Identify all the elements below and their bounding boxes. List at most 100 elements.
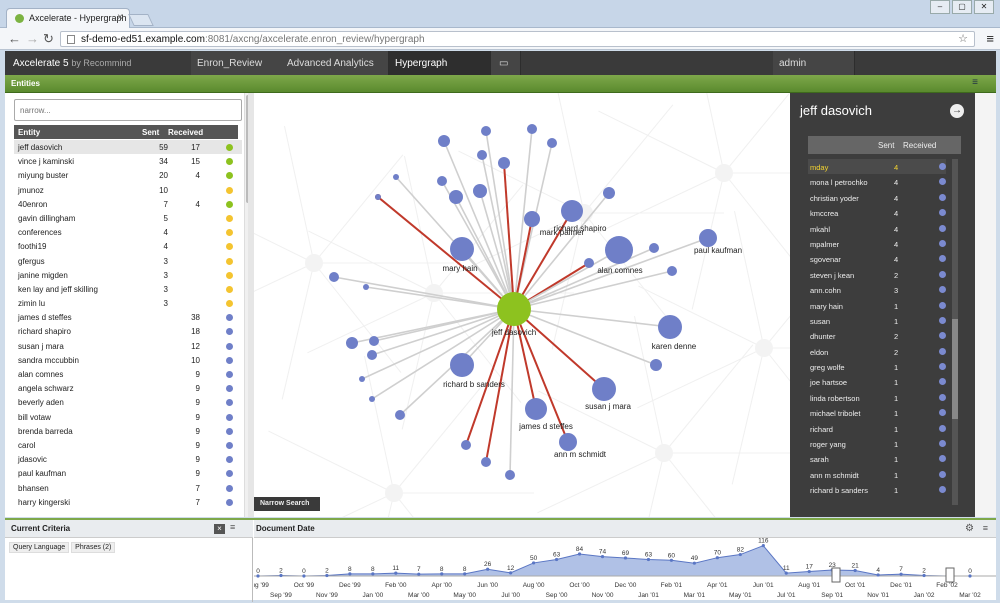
detail-row[interactable]: richard b sanders 1 xyxy=(808,482,946,497)
detail-row[interactable]: ann.cohn 3 xyxy=(808,282,946,297)
graph-node[interactable] xyxy=(649,243,659,253)
entity-row[interactable]: beverly aden 9 xyxy=(14,395,242,409)
entity-row[interactable]: sandra mccubbin 10 xyxy=(14,353,242,367)
graph-node[interactable] xyxy=(481,126,491,136)
timeline-menu-icon[interactable]: ≡ xyxy=(983,523,988,533)
nav-enron-review[interactable]: Enron_Review xyxy=(191,51,285,75)
graph-node[interactable] xyxy=(473,184,487,198)
range-handle[interactable] xyxy=(831,567,841,583)
criteria-menu-icon[interactable]: ≡ xyxy=(230,522,235,532)
entity-row[interactable]: bill votaw 9 xyxy=(14,410,242,424)
detail-row[interactable]: mary hain 1 xyxy=(808,298,946,313)
detail-row[interactable]: roger yang 1 xyxy=(808,436,946,451)
graph-node[interactable] xyxy=(375,194,381,200)
entity-row[interactable]: gfergus 3 xyxy=(14,254,242,268)
background-node[interactable] xyxy=(385,484,403,502)
maximize-icon[interactable]: ▢ xyxy=(952,0,972,14)
graph-node[interactable] xyxy=(605,236,633,264)
col-entity[interactable]: Entity xyxy=(18,128,40,137)
timeline-chart[interactable]: 0 Aug '99 2 Sep '99 0 Oct '99 2 Nov '99 8 Dec '99… xyxy=(254,538,996,602)
graph-node[interactable] xyxy=(461,440,471,450)
narrow-search-button[interactable]: Narrow Search xyxy=(254,497,320,511)
scroll-thumb[interactable] xyxy=(952,319,958,419)
browser-tab[interactable]: Axcelerate - Hypergraph × xyxy=(6,8,130,28)
detail-row[interactable]: mpalmer 4 xyxy=(808,236,946,251)
entity-row[interactable]: carol 9 xyxy=(14,438,242,452)
detail-row[interactable]: richard 1 xyxy=(808,421,946,436)
graph-node[interactable] xyxy=(524,211,540,227)
detail-row[interactable]: michael tribolet 1 xyxy=(808,405,946,420)
detail-row[interactable]: mday 4 xyxy=(808,159,946,175)
detail-row[interactable]: steven j kean 2 xyxy=(808,267,946,282)
graph-node[interactable] xyxy=(498,157,510,169)
detail-row[interactable]: dhunter 2 xyxy=(808,328,946,343)
entity-row[interactable]: jeff dasovich 59 17 xyxy=(14,140,242,155)
graph-node[interactable] xyxy=(603,187,615,199)
graph-node[interactable] xyxy=(367,350,377,360)
graph-node[interactable] xyxy=(438,135,450,147)
back-icon[interactable]: ← xyxy=(8,31,21,46)
gear-icon[interactable]: ⚙ xyxy=(965,523,974,534)
detail-row[interactable]: linda robertson 1 xyxy=(808,390,946,405)
graph-node[interactable] xyxy=(481,457,491,467)
entity-row[interactable]: angela schwarz 9 xyxy=(14,381,242,395)
graph-node[interactable] xyxy=(369,396,375,402)
panel-menu-icon[interactable]: ≡ xyxy=(972,77,978,88)
entity-row[interactable]: richard shapiro 18 xyxy=(14,324,242,338)
col-received[interactable]: Received xyxy=(168,128,203,137)
entity-row[interactable]: brenda barreda 9 xyxy=(14,424,242,438)
background-node[interactable] xyxy=(305,254,323,272)
address-bar[interactable]: sf-demo-ed51.example.com:8081/axcng/axce… xyxy=(60,31,975,47)
detail-row[interactable]: ann m schmidt 1 xyxy=(808,467,946,482)
detail-row[interactable]: mona l petrochko 4 xyxy=(808,174,946,189)
graph-node[interactable] xyxy=(450,353,474,377)
graph-node[interactable] xyxy=(699,229,717,247)
graph-node[interactable] xyxy=(667,266,677,276)
detail-row[interactable]: christian yoder 4 xyxy=(808,190,946,205)
clear-criteria-icon[interactable]: × xyxy=(214,524,225,534)
entity-row[interactable]: bhansen 7 xyxy=(14,481,242,495)
graph-node[interactable] xyxy=(359,376,365,382)
entity-row[interactable]: susan j mara 12 xyxy=(14,339,242,353)
graph-node[interactable] xyxy=(527,124,537,134)
new-tab-button[interactable] xyxy=(128,14,154,26)
graph-node[interactable] xyxy=(650,359,662,371)
graph-node[interactable] xyxy=(592,377,616,401)
detail-row[interactable]: greg wolfe 1 xyxy=(808,359,946,374)
background-node[interactable] xyxy=(655,444,673,462)
browser-menu-icon[interactable]: ≡ xyxy=(986,31,994,46)
graph-node[interactable] xyxy=(559,433,577,451)
nav-hypergraph[interactable]: Hypergraph xyxy=(389,51,491,75)
narrow-input[interactable] xyxy=(14,99,242,121)
entity-row[interactable]: foothi19 4 xyxy=(14,239,242,253)
bookmark-star-icon[interactable]: ☆ xyxy=(958,32,968,45)
detail-row[interactable]: joe hartsoe 1 xyxy=(808,374,946,389)
detail-row[interactable]: kmccrea 4 xyxy=(808,205,946,220)
entity-row[interactable]: jdasovic 9 xyxy=(14,452,242,466)
graph-node[interactable] xyxy=(437,176,447,186)
close-window-icon[interactable]: ✕ xyxy=(974,0,994,14)
graph-node[interactable] xyxy=(395,410,405,420)
entity-row[interactable]: janine migden 3 xyxy=(14,268,242,282)
entity-row[interactable]: zimin lu 3 xyxy=(14,296,242,310)
entity-row[interactable]: gavin dillingham 5 xyxy=(14,211,242,225)
tab-phrases[interactable]: Phrases (2) xyxy=(71,542,116,553)
hypergraph-canvas[interactable]: jeff dasovich mark palmer richard shapiro m… xyxy=(254,93,790,517)
entity-row[interactable]: paul kaufman 9 xyxy=(14,466,242,480)
tab-close-icon[interactable]: × xyxy=(117,12,123,23)
graph-node[interactable] xyxy=(363,284,369,290)
user-menu[interactable]: admin xyxy=(773,51,855,75)
tab-query-language[interactable]: Query Language xyxy=(9,542,70,553)
entity-row[interactable]: vince j kaminski 34 15 xyxy=(14,154,242,168)
graph-node[interactable] xyxy=(505,470,515,480)
graph-node[interactable] xyxy=(369,336,379,346)
graph-node[interactable] xyxy=(561,200,583,222)
detail-scrollbar[interactable] xyxy=(952,159,958,505)
reload-icon[interactable]: ↻ xyxy=(43,31,54,47)
graph-node[interactable] xyxy=(393,174,399,180)
graph-node[interactable] xyxy=(450,237,474,261)
detail-row[interactable]: sarah 1 xyxy=(808,451,946,466)
col-sent[interactable]: Sent xyxy=(878,141,894,150)
graph-node[interactable] xyxy=(477,150,487,160)
entity-row[interactable]: jmunoz 10 xyxy=(14,183,242,197)
